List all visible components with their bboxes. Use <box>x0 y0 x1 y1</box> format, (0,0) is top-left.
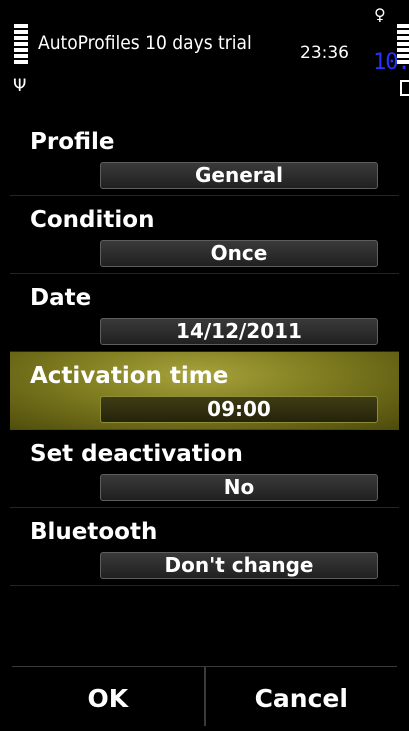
softkey-bar: OK Cancel <box>12 666 397 726</box>
setting-label: Bluetooth <box>30 519 158 545</box>
setting-activation-time[interactable]: Activation time 09:00 <box>10 352 399 430</box>
setting-date[interactable]: Date 14/12/2011 <box>10 274 399 352</box>
setting-bluetooth[interactable]: Bluetooth Don't change <box>10 508 399 586</box>
setting-profile[interactable]: Profile General <box>10 118 399 196</box>
battery-level-icon <box>397 24 409 66</box>
battery-icon <box>400 80 409 96</box>
setting-label: Date <box>30 285 92 311</box>
ok-button[interactable]: OK <box>12 667 206 726</box>
condition-value-field[interactable]: Once <box>100 240 378 267</box>
set-deactivation-value-field[interactable]: No <box>100 474 378 501</box>
setting-label: Activation time <box>30 363 229 389</box>
setting-set-deactivation[interactable]: Set deactivation No <box>10 430 399 508</box>
setting-condition[interactable]: Condition Once <box>10 196 399 274</box>
app-title: AutoProfiles 10 days trial <box>38 32 252 54</box>
antenna-icon: Ψ <box>13 76 27 96</box>
activation-time-value-field[interactable]: 09:00 <box>100 396 378 423</box>
bluetooth-value-field[interactable]: Don't change <box>100 552 378 579</box>
date-value-field[interactable]: 14/12/2011 <box>100 318 378 345</box>
setting-label: Profile <box>30 129 115 155</box>
cancel-button[interactable]: Cancel <box>206 667 398 726</box>
person-icon: ♀ <box>374 5 386 24</box>
profile-value-field[interactable]: General <box>100 162 378 189</box>
signal-strength-icon <box>14 24 28 66</box>
clock: 23:36 <box>300 43 349 63</box>
setting-label: Condition <box>30 207 155 233</box>
setting-label: Set deactivation <box>30 441 243 467</box>
status-bar: Ψ AutoProfiles 10 days trial 23:36 ♀ 10.… <box>0 0 409 108</box>
settings-list: Profile General Condition Once Date 14/1… <box>10 118 399 586</box>
